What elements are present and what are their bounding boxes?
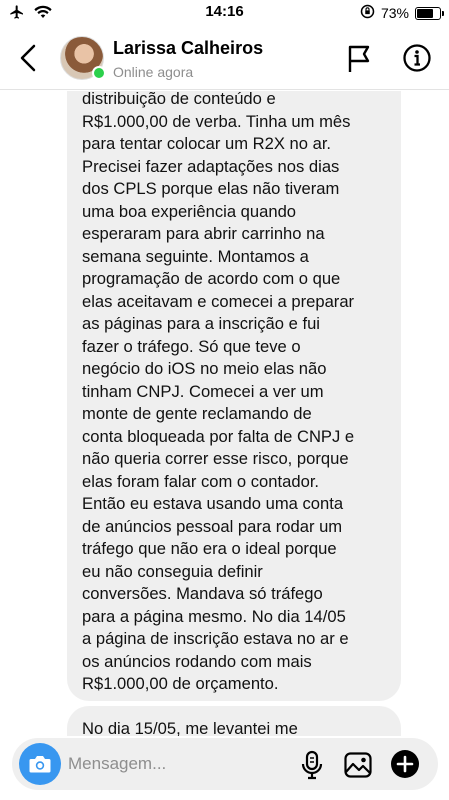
gallery-button[interactable] (343, 750, 373, 780)
message-line: elas foram falar com o contador. (82, 471, 320, 491)
add-icon (391, 750, 419, 778)
chat-thread[interactable]: distribuição de conteúdo e R$1.000,00 de … (0, 91, 449, 736)
message-text: No dia 15/05, me levantei me (82, 718, 298, 736)
message-line: negócio do iOS no meio elas não (82, 359, 327, 378)
message-line: tráfego que não era o ideal porque (82, 539, 337, 558)
message-line: uma boa experiência quando (82, 201, 297, 221)
message-line: as páginas para a inscrição e fui (82, 314, 320, 333)
message-line: monte de gente reclamando de (82, 404, 312, 423)
message-line: distribuição de conteúdo e (82, 91, 276, 108)
battery-fill (417, 8, 434, 18)
message-text: distribuição de conteúdo e R$1.000,00 de … (82, 91, 354, 696)
message-input[interactable] (68, 752, 288, 776)
camera-icon (29, 756, 51, 773)
microphone-icon (301, 750, 323, 780)
flag-icon (348, 45, 370, 72)
message-line: de anúncios pessoal para rodar um (82, 516, 343, 536)
flag-button[interactable] (345, 44, 373, 74)
message-line: Precisei fazer adaptações nos dias (82, 156, 340, 176)
contact-name[interactable]: Larissa Calheiros (113, 38, 263, 59)
online-indicator (92, 66, 106, 80)
message-line: No dia 15/05, me levantei me (82, 719, 298, 736)
message-line: fazer o tráfego. Só que teve o (82, 336, 301, 356)
battery-icon (415, 6, 444, 20)
message-line: R$1.000,00 de verba. Tinha um mês (82, 111, 351, 131)
message-line: não queria correr esse risco, porque (82, 449, 349, 468)
status-bar: 14:16 73% (0, 0, 449, 26)
message-line: conta bloqueada por falta de CNPJ e (82, 426, 355, 446)
message-line: R$1.000,00 de orçamento. (82, 674, 279, 693)
message-line: programação de acordo com o que (82, 269, 341, 288)
message-line: os anúncios rodando com mais (82, 651, 312, 671)
message-line: tinham CNPJ. Comecei a ver um (82, 381, 324, 401)
message-line: semana seguinte. Montamos a (82, 246, 309, 266)
contact-status: Online agora (113, 64, 194, 80)
camera-button[interactable] (19, 743, 61, 785)
message-line: para a página mesmo. No dia 14/05 (82, 606, 346, 626)
info-icon (403, 44, 431, 72)
message-line: eu não conseguia definir (82, 561, 263, 581)
chat-header: Larissa Calheiros Online agora (0, 26, 449, 90)
gallery-icon (344, 752, 372, 778)
message-line: esperaram para abrir carrinho na (82, 224, 325, 243)
battery-percent: 73% (380, 5, 409, 21)
message-bubble[interactable]: distribuição de conteúdo e R$1.000,00 de … (67, 91, 401, 701)
message-line: dos CPLS porque elas não tiveram (82, 179, 340, 198)
message-bubble[interactable]: No dia 15/05, me levantei me (67, 706, 401, 736)
microphone-button[interactable] (300, 750, 324, 780)
message-composer (12, 738, 438, 790)
add-button[interactable] (390, 749, 420, 779)
message-line: conversões. Mandava só tráfego (82, 584, 323, 603)
message-line: para tentar colocar um R2X no ar. (82, 134, 332, 153)
status-right: 73% (360, 4, 444, 22)
message-line: a página de inscrição estava no ar e (82, 629, 349, 648)
message-line: elas aceitavam e comecei a preparar (82, 291, 355, 311)
info-button[interactable] (402, 43, 432, 73)
back-chevron-icon (20, 44, 36, 72)
screen-rotation-lock-icon (360, 4, 375, 22)
message-line: Então eu estava usando uma conta (82, 494, 344, 513)
back-button[interactable] (14, 40, 44, 76)
avatar-container[interactable] (60, 36, 106, 80)
